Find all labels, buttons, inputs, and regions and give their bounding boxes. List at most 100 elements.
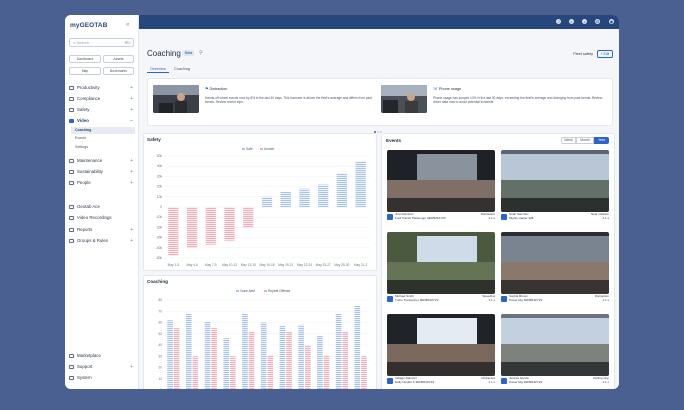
map-button[interactable]: Map (69, 67, 101, 75)
help-icon[interactable]: ? (556, 19, 561, 24)
groups-icon (69, 239, 74, 243)
driver-avatar (501, 214, 507, 220)
bar-repeat-offense (192, 356, 199, 389)
insight-photo[interactable] (381, 85, 427, 113)
bar-voice-alert (335, 313, 342, 389)
system-icon (69, 376, 74, 380)
nav-video-recordings[interactable]: Video Recordings (65, 213, 139, 223)
nav-groups-rules[interactable]: Groups & Rules + (65, 236, 139, 246)
event-card[interactable]: Indiago Ramirez Daily Hustler F 3EFBR3ZYZ… (387, 314, 495, 389)
bar-repeat-offense (173, 328, 180, 389)
settings-icon[interactable]: ⚙ (595, 19, 600, 24)
range-week[interactable]: Week (561, 137, 576, 144)
insight-photo[interactable] (153, 85, 199, 113)
x-tick-label: May 1-5 (168, 263, 180, 267)
nav-video[interactable]: Video − (65, 116, 139, 126)
nav-reports[interactable]: Reports + (65, 225, 139, 235)
bookmarks-button[interactable]: Bookmarks (103, 67, 134, 75)
bar-repeat-offense (342, 331, 349, 389)
safety-chart-card: Safety Safe Unsafe 50k 40k 30k 20k 10k 0 -10k -20… (143, 133, 377, 271)
event-type: Rolling stop 1.1 s (573, 376, 609, 384)
subnav-coaching[interactable]: Coaching (71, 127, 135, 134)
event-card[interactable]: Noah Sanchez Mighty Hauler 328 Near collis… (501, 150, 609, 230)
bar-repeat-offense (361, 356, 367, 389)
subnav-settings[interactable]: Settings (71, 144, 135, 151)
bar-unsafe (205, 207, 216, 245)
event-type: Distracted 1.1 s (459, 376, 495, 384)
x-tick-label: May 4-6 (186, 263, 198, 267)
edit-button[interactable]: + Edit (597, 50, 613, 58)
assets-button[interactable]: Assets (103, 55, 134, 63)
search-input[interactable]: ⌕ Search ⌘K (69, 38, 134, 47)
page-title: Coaching (147, 49, 181, 58)
nav-sustainability[interactable]: Sustainability + (65, 167, 139, 177)
y-tick-label: -50k (156, 256, 163, 260)
beta-badge: Beta (183, 50, 195, 56)
legend-label: Repeat Offense (268, 289, 290, 293)
nav-compliance[interactable]: Compliance + (65, 94, 139, 104)
event-driver: Jessica Garcia Power Rig 3EFBR3ZYZ3 (509, 376, 573, 384)
pin-icon[interactable]: ⚲ (199, 50, 203, 56)
nav-productivity[interactable]: Productivity + (65, 83, 139, 93)
events-title: Events (386, 138, 402, 143)
insight-title: ⚑ Distraction (205, 87, 228, 91)
user-avatar-icon[interactable]: ◉ (609, 19, 614, 24)
event-driver: Indiago Ramirez Daily Hustler F 3EFBR3ZYZ… (395, 376, 459, 384)
event-card[interactable]: Juan Ramirez Ford Transit Passenger 3EFBR… (387, 150, 495, 230)
range-month[interactable]: Month (576, 137, 594, 144)
bar-unsafe (168, 207, 179, 256)
notifications-icon[interactable]: • (582, 19, 587, 24)
insight-desc: Hands-off wheel events rose by 8% in the… (205, 96, 372, 104)
dashboard-button[interactable]: Dashboard (69, 55, 101, 63)
nav-system[interactable]: System (65, 373, 139, 383)
event-duration: 1.1 s (488, 297, 495, 302)
bar-repeat-offense (323, 355, 330, 389)
events-panel: Events Week Month Year Juan Ramirez Ford … (381, 133, 615, 389)
nav-geotab-ace[interactable]: Geotab Ace (65, 202, 139, 212)
y-tick-label: 50k (157, 154, 163, 158)
bar-unsafe (243, 207, 254, 228)
y-tick-label: 0 (160, 388, 162, 389)
bar-voice-alert (298, 324, 304, 389)
legend-swatch (264, 290, 267, 292)
insight-photo-phone (381, 85, 427, 113)
compliance-icon (69, 97, 74, 101)
y-tick-label: 50 (158, 332, 162, 336)
x-tick-label: May 19-21 (278, 263, 293, 267)
event-type: Near collision 1.1 s (573, 212, 609, 220)
subnav-events[interactable]: Events (71, 135, 135, 142)
bar-safe (355, 161, 366, 207)
tab-overview[interactable]: Overview (147, 65, 169, 73)
nav-safety[interactable]: Safety + (65, 105, 139, 115)
nav-maintenance[interactable]: Maintenance + (65, 156, 139, 166)
chat-icon[interactable]: ▪ (569, 19, 574, 24)
nav-support[interactable]: Support + (65, 362, 139, 372)
bar-voice-alert (242, 313, 248, 389)
carousel-dot[interactable] (377, 131, 379, 133)
recordings-icon (69, 216, 74, 220)
bar-safe (280, 191, 291, 207)
sidebar: myGEOTAB « ⌕ Search ⌘K Dashboard Assets … (65, 15, 139, 389)
y-tick-label: 80 (158, 298, 162, 302)
event-card[interactable]: Jessica Garcia Power Rig 3EFBR3ZYZ3 Rollin… (501, 314, 609, 389)
y-tick-label: 10k (157, 195, 163, 199)
event-card[interactable]: Michael Smith Turbo Transporter 3EFBR3ZYZ… (387, 232, 495, 312)
y-tick-label: -20k (156, 225, 163, 229)
collapse-sidebar-icon[interactable]: « (126, 22, 129, 28)
x-tick-label: May 22-24 (297, 263, 312, 267)
bar-repeat-offense (304, 345, 311, 389)
chart-legend: Safe Unsafe (242, 147, 274, 151)
event-driver: Noah Sanchez Mighty Hauler 328 (509, 212, 573, 220)
event-duration: 1.1 s (602, 215, 609, 220)
tab-coaching[interactable]: Coaching (171, 65, 193, 73)
bar-voice-alert (354, 305, 361, 389)
range-year[interactable]: Year (594, 137, 609, 144)
event-card[interactable]: Sophia Brown Power Rig 3EFBR3ZYZ3 Distract… (501, 232, 609, 312)
driver-avatar (501, 378, 507, 384)
legend-label: Unsafe (264, 147, 274, 151)
x-tick-label: May 10-12 (222, 263, 237, 267)
nav-marketplace[interactable]: Marketplace (65, 351, 139, 361)
y-tick-label: -10k (156, 215, 163, 219)
x-tick-label: May 25-27 (316, 263, 331, 267)
nav-people[interactable]: People + (65, 178, 139, 188)
